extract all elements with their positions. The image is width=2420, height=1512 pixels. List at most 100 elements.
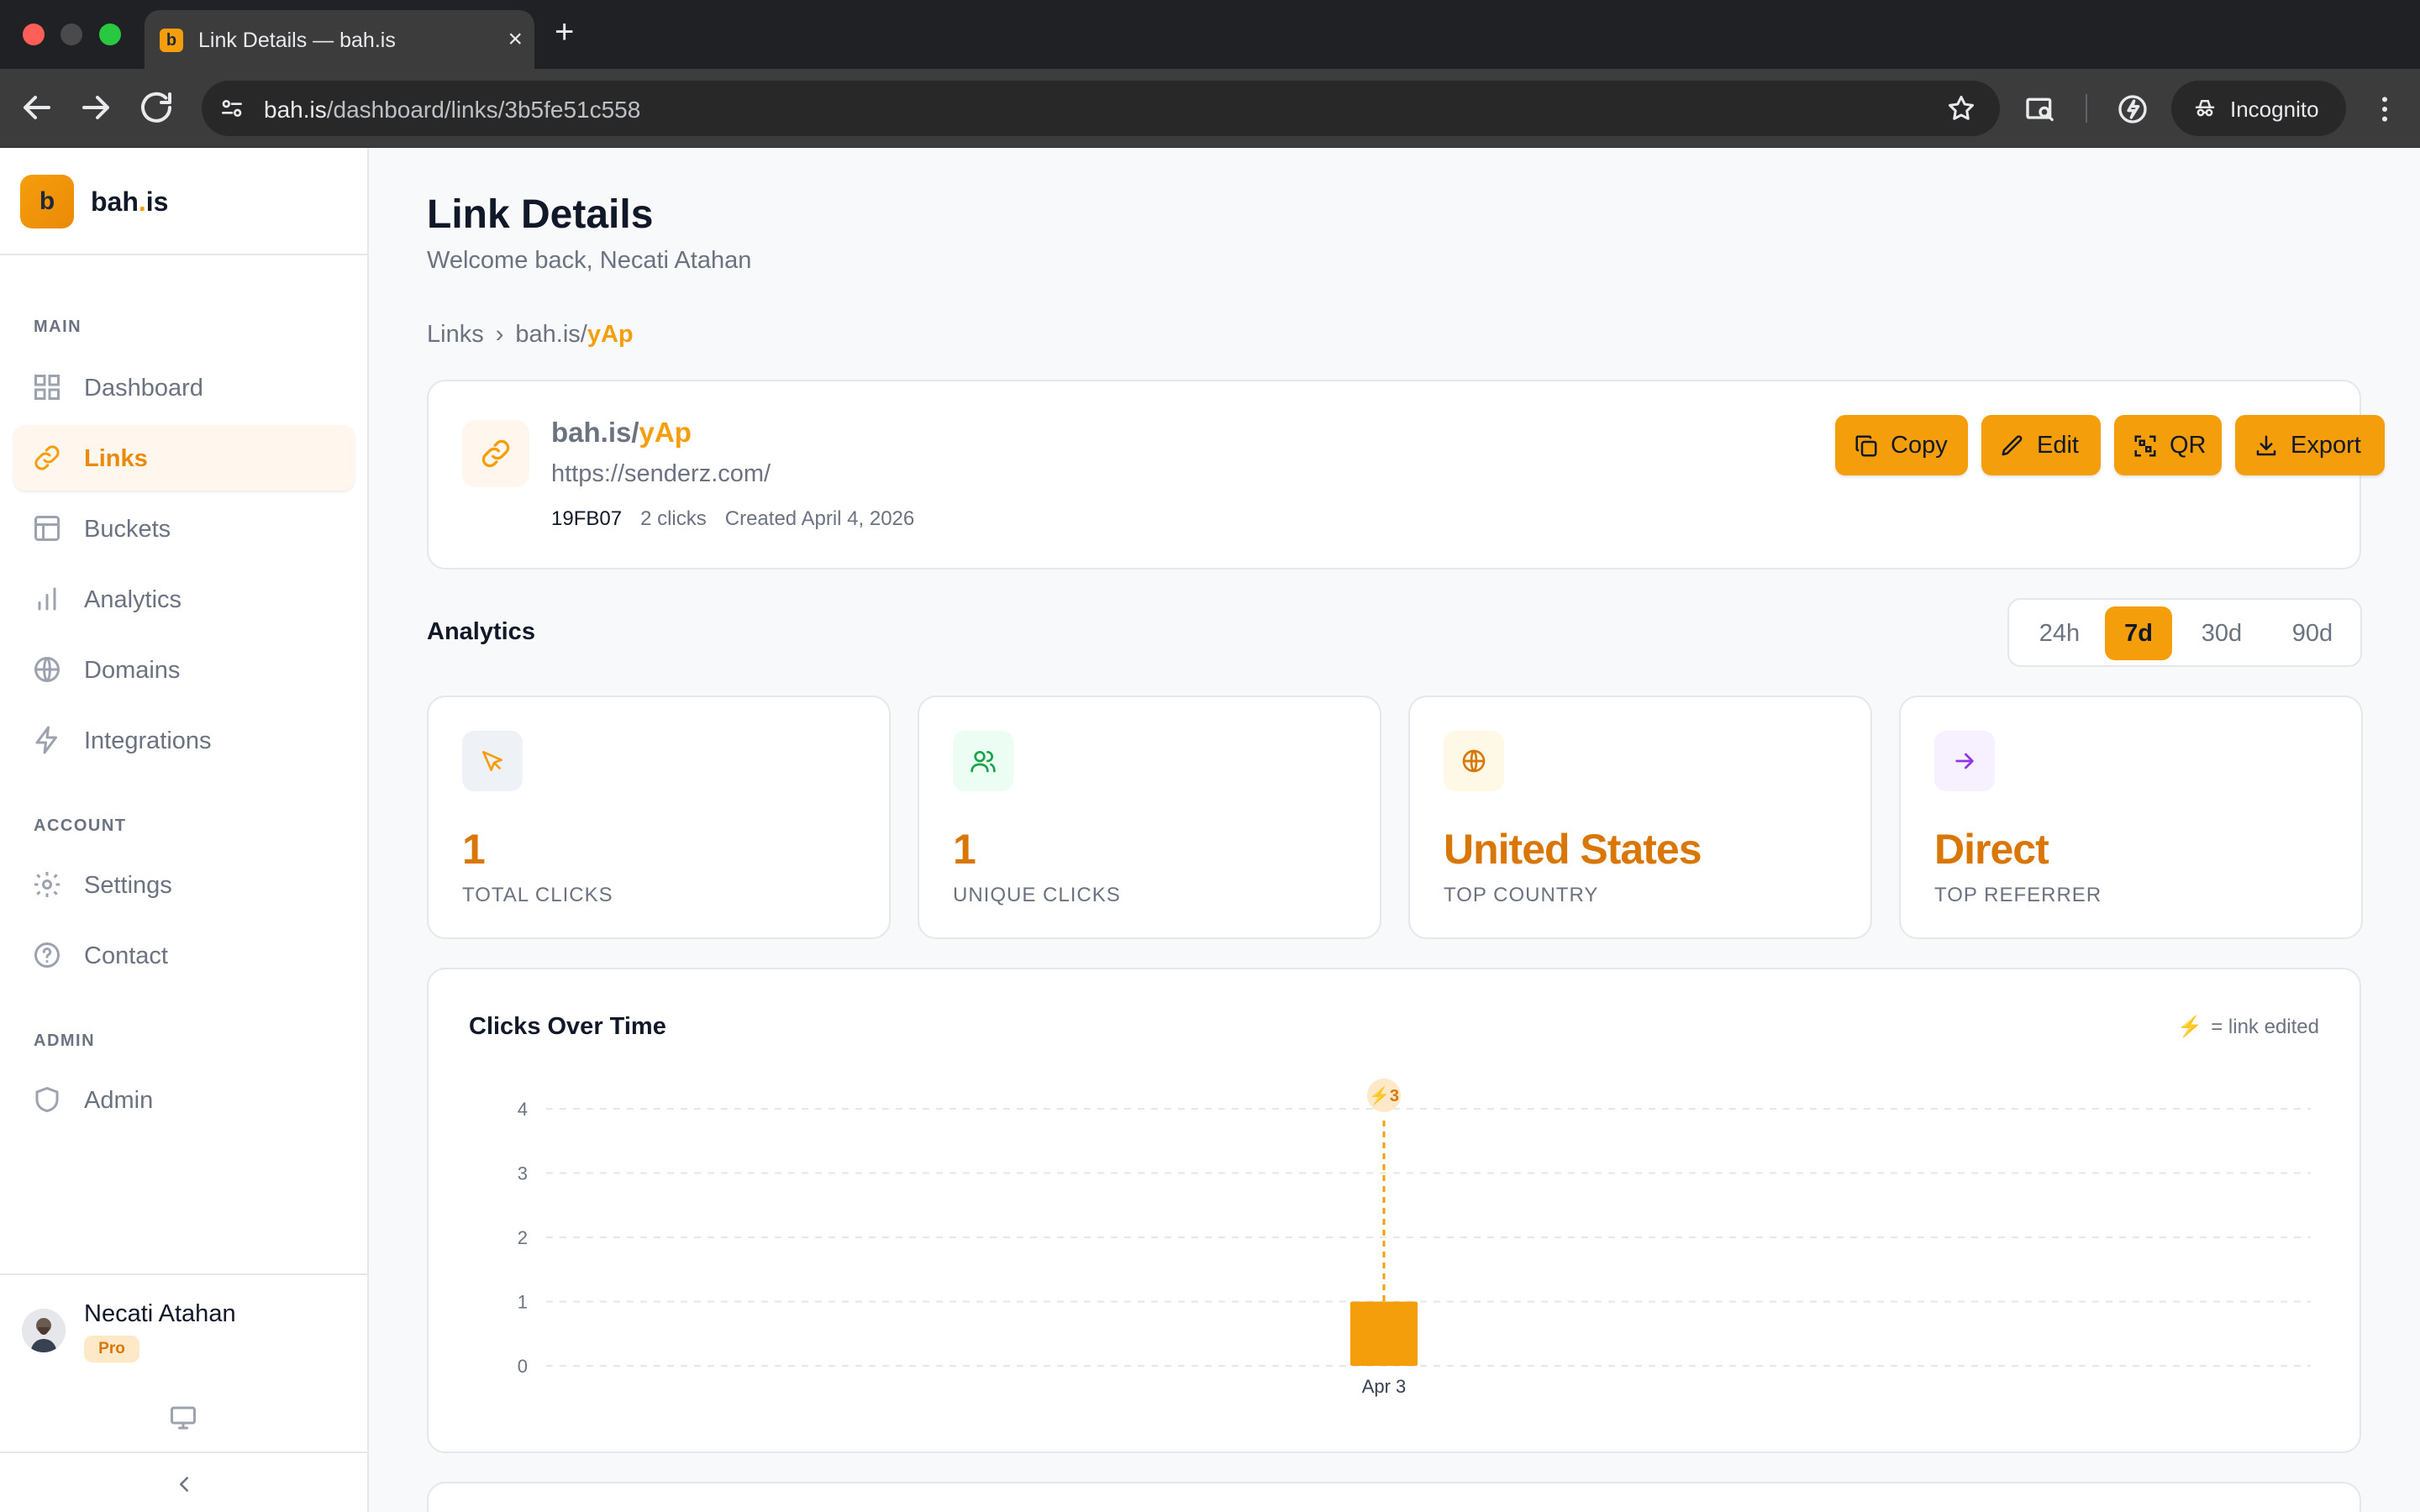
pencil-icon	[2002, 435, 2023, 456]
copy-button[interactable]: Copy	[1835, 415, 1968, 475]
back-icon[interactable]	[17, 87, 57, 128]
tab-title: Link Details — bah.is	[198, 29, 396, 52]
sidebar-item-label: Settings	[84, 872, 172, 899]
export-label: Export	[2291, 432, 2361, 459]
grid-icon	[34, 375, 60, 400]
brand[interactable]: b bah.is	[0, 148, 367, 255]
breadcrumb-separator: ›	[495, 321, 504, 348]
edit-button[interactable]: Edit	[1981, 415, 2101, 475]
range-30d[interactable]: 30d	[2177, 606, 2266, 660]
range-24h[interactable]: 24h	[2016, 606, 2103, 660]
forward-icon[interactable]	[76, 87, 116, 128]
window-maximize-button[interactable]	[99, 24, 121, 45]
bookmark-star-icon[interactable]	[1946, 93, 1976, 123]
link-click-count: 2 clicks	[640, 507, 707, 530]
brand-name: bah.is	[91, 186, 169, 217]
monitor-icon[interactable]	[168, 1403, 198, 1433]
link-icon	[34, 445, 60, 470]
sidebar-item-label: Buckets	[84, 516, 171, 543]
x-tick-label: Apr 3	[1362, 1376, 1407, 1397]
short-link[interactable]: bah.is/yAp	[551, 417, 692, 449]
stat-icon-box	[953, 731, 1013, 791]
incognito-indicator[interactable]: Incognito	[2171, 81, 2346, 136]
copy-icon	[1855, 435, 1877, 457]
cursor-icon	[482, 751, 502, 771]
url-text: bah.is/dashboard/links/3b5fe51c558	[264, 97, 641, 123]
sidebar-item-settings[interactable]: Settings	[13, 852, 355, 917]
browser-toolbar: bah.is/dashboard/links/3b5fe51c558 Incog…	[0, 69, 2420, 148]
stat-card-unique-clicks: 1 UNIQUE CLICKS	[918, 696, 1381, 939]
link-icon-box	[462, 420, 529, 487]
sidebar-item-links[interactable]: Links	[13, 425, 355, 491]
stat-card-total-clicks: 1 TOTAL CLICKS	[427, 696, 891, 939]
help-circle-icon	[34, 942, 60, 968]
page-title: Link Details	[427, 192, 654, 237]
globe-icon	[1462, 749, 1486, 773]
site-settings-icon[interactable]	[218, 95, 245, 122]
destination-url[interactable]: https://senderz.com/	[551, 460, 771, 488]
breadcrumb-links[interactable]: Links	[427, 321, 484, 348]
stat-icon-box	[1934, 731, 1995, 791]
link-icon	[481, 439, 510, 468]
export-button[interactable]: Export	[2235, 415, 2385, 475]
toolbar-divider	[2086, 94, 2087, 123]
sidebar-item-integrations[interactable]: Integrations	[13, 707, 355, 773]
shield-icon	[35, 1087, 59, 1112]
arrow-right-icon	[1955, 753, 1974, 769]
nav-section-admin: ADMIN	[34, 1032, 96, 1050]
sidebar-item-contact[interactable]: Contact	[13, 922, 355, 988]
extension-icon[interactable]	[2116, 92, 2149, 126]
y-tick-label: 4	[518, 1099, 528, 1120]
incognito-label: Incognito	[2230, 97, 2319, 122]
breadcrumb-host: bah.is/	[515, 321, 587, 348]
range-90d[interactable]: 90d	[2268, 606, 2357, 660]
link-summary-card: bah.is/yAp https://senderz.com/ 19FB07 2 …	[427, 380, 2385, 570]
nav-section-main: MAIN	[34, 318, 82, 336]
sidebar-item-buckets[interactable]: Buckets	[13, 496, 355, 561]
qr-label: QR	[2170, 432, 2207, 459]
link-code: 19FB07	[551, 507, 623, 530]
zap-icon	[35, 726, 57, 754]
page-subtitle: Welcome back, Necati Atahan	[427, 247, 752, 274]
plan-badge: Pro	[84, 1336, 139, 1362]
stat-value: 1	[953, 826, 976, 873]
sidebar-item-dashboard[interactable]: Dashboard	[13, 354, 355, 420]
tab-close-icon[interactable]: ×	[508, 27, 523, 52]
window-minimize-button[interactable]	[60, 24, 82, 45]
sidebar-item-label: Contact	[84, 942, 168, 969]
chevron-left-icon[interactable]	[171, 1472, 197, 1497]
new-tab-icon[interactable]: +	[555, 13, 574, 50]
window-close-button[interactable]	[23, 24, 45, 45]
user-profile[interactable]: Necati Atahan Pro	[0, 1273, 367, 1512]
sidebar-item-admin[interactable]: Admin	[13, 1067, 355, 1132]
stat-card-top-referrer: Direct TOP REFERRER	[1899, 696, 2363, 939]
sidebar-item-label: Integrations	[84, 727, 212, 754]
sidebar-item-label: Admin	[84, 1087, 154, 1114]
y-tick-label: 3	[518, 1163, 528, 1184]
next-section-card	[427, 1482, 2361, 1512]
stat-value: Direct	[1934, 826, 2049, 873]
address-bar[interactable]: bah.is/dashboard/links/3b5fe51c558	[202, 81, 2000, 136]
edit-label: Edit	[2037, 432, 2079, 459]
edit-marker-label: ⚡3	[1369, 1085, 1399, 1105]
main-content: Link Details Welcome back, Necati Atahan…	[371, 148, 2420, 1512]
stat-card-top-country: United States TOP COUNTRY	[1408, 696, 1872, 939]
sidebar-item-domains[interactable]: Domains	[13, 637, 355, 702]
browser-tab[interactable]: b Link Details — bah.is ×	[145, 10, 534, 69]
link-meta: 19FB07 2 clicks Created April 4, 2026	[551, 507, 914, 531]
stat-label: TOTAL CLICKS	[462, 884, 613, 906]
stat-label: UNIQUE CLICKS	[953, 884, 1121, 906]
bar-chart-icon	[38, 587, 56, 611]
tab-favicon: b	[160, 29, 183, 52]
bolt-icon: ⚡	[2177, 1016, 2203, 1038]
reload-icon[interactable]	[136, 87, 176, 128]
reading-mode-icon[interactable]	[2023, 92, 2057, 126]
qr-button[interactable]: QR	[2114, 415, 2222, 475]
browser-menu-icon[interactable]	[2368, 91, 2402, 128]
avatar	[22, 1309, 66, 1352]
range-7d[interactable]: 7d	[2105, 606, 2172, 660]
sidebar: b bah.is MAIN Dashboard Links Buckets An…	[0, 148, 369, 1512]
sidebar-collapse[interactable]	[0, 1452, 367, 1512]
sidebar-item-analytics[interactable]: Analytics	[13, 566, 355, 632]
user-name: Necati Atahan	[84, 1300, 236, 1327]
